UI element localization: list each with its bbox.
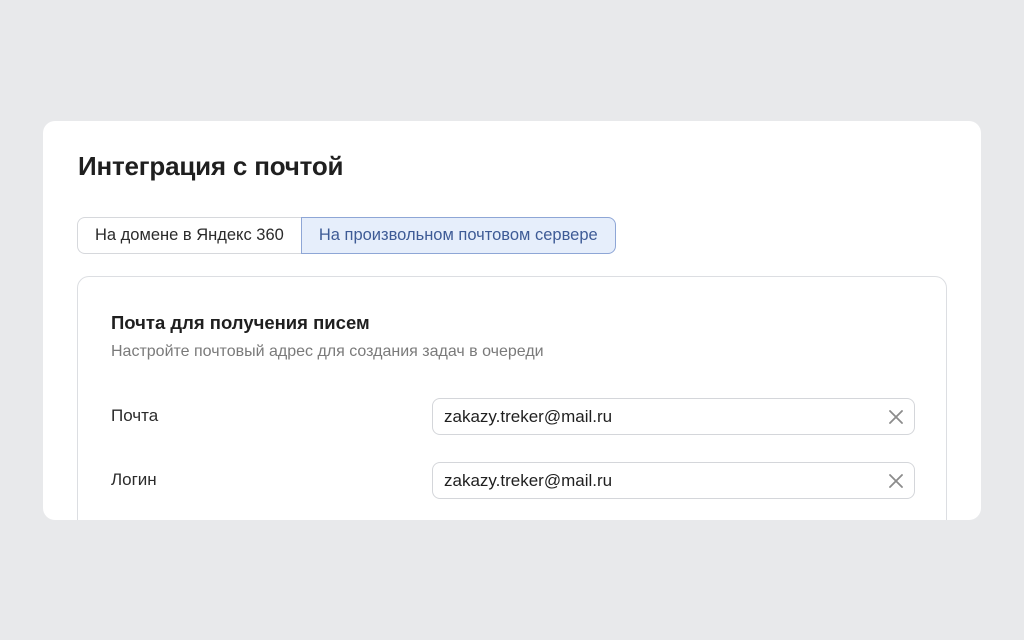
- section-title: Почта для получения писем: [111, 312, 370, 333]
- email-field[interactable]: [433, 399, 873, 434]
- close-icon[interactable]: [888, 473, 904, 489]
- close-icon[interactable]: [888, 409, 904, 425]
- login-field-label: Логин: [111, 470, 157, 489]
- tab-custom-mail-server[interactable]: На произвольном почтовом сервере: [300, 217, 616, 254]
- tab-yandex-360-domain[interactable]: На домене в Яндекс 360: [77, 217, 301, 254]
- login-field[interactable]: [433, 463, 873, 498]
- page-title: Интеграция с почтой: [78, 151, 344, 181]
- settings-card: Интеграция с почтой На домене в Яндекс 3…: [43, 121, 981, 520]
- incoming-mail-section: Почта для получения писем Настройте почт…: [77, 276, 947, 520]
- login-field-wrapper: [432, 462, 915, 499]
- section-subtitle: Настройте почтовый адрес для создания за…: [111, 343, 544, 360]
- email-field-label: Почта: [111, 406, 159, 425]
- email-field-wrapper: [432, 398, 915, 435]
- mail-source-tabs: На домене в Яндекс 360 На произвольном п…: [77, 217, 616, 254]
